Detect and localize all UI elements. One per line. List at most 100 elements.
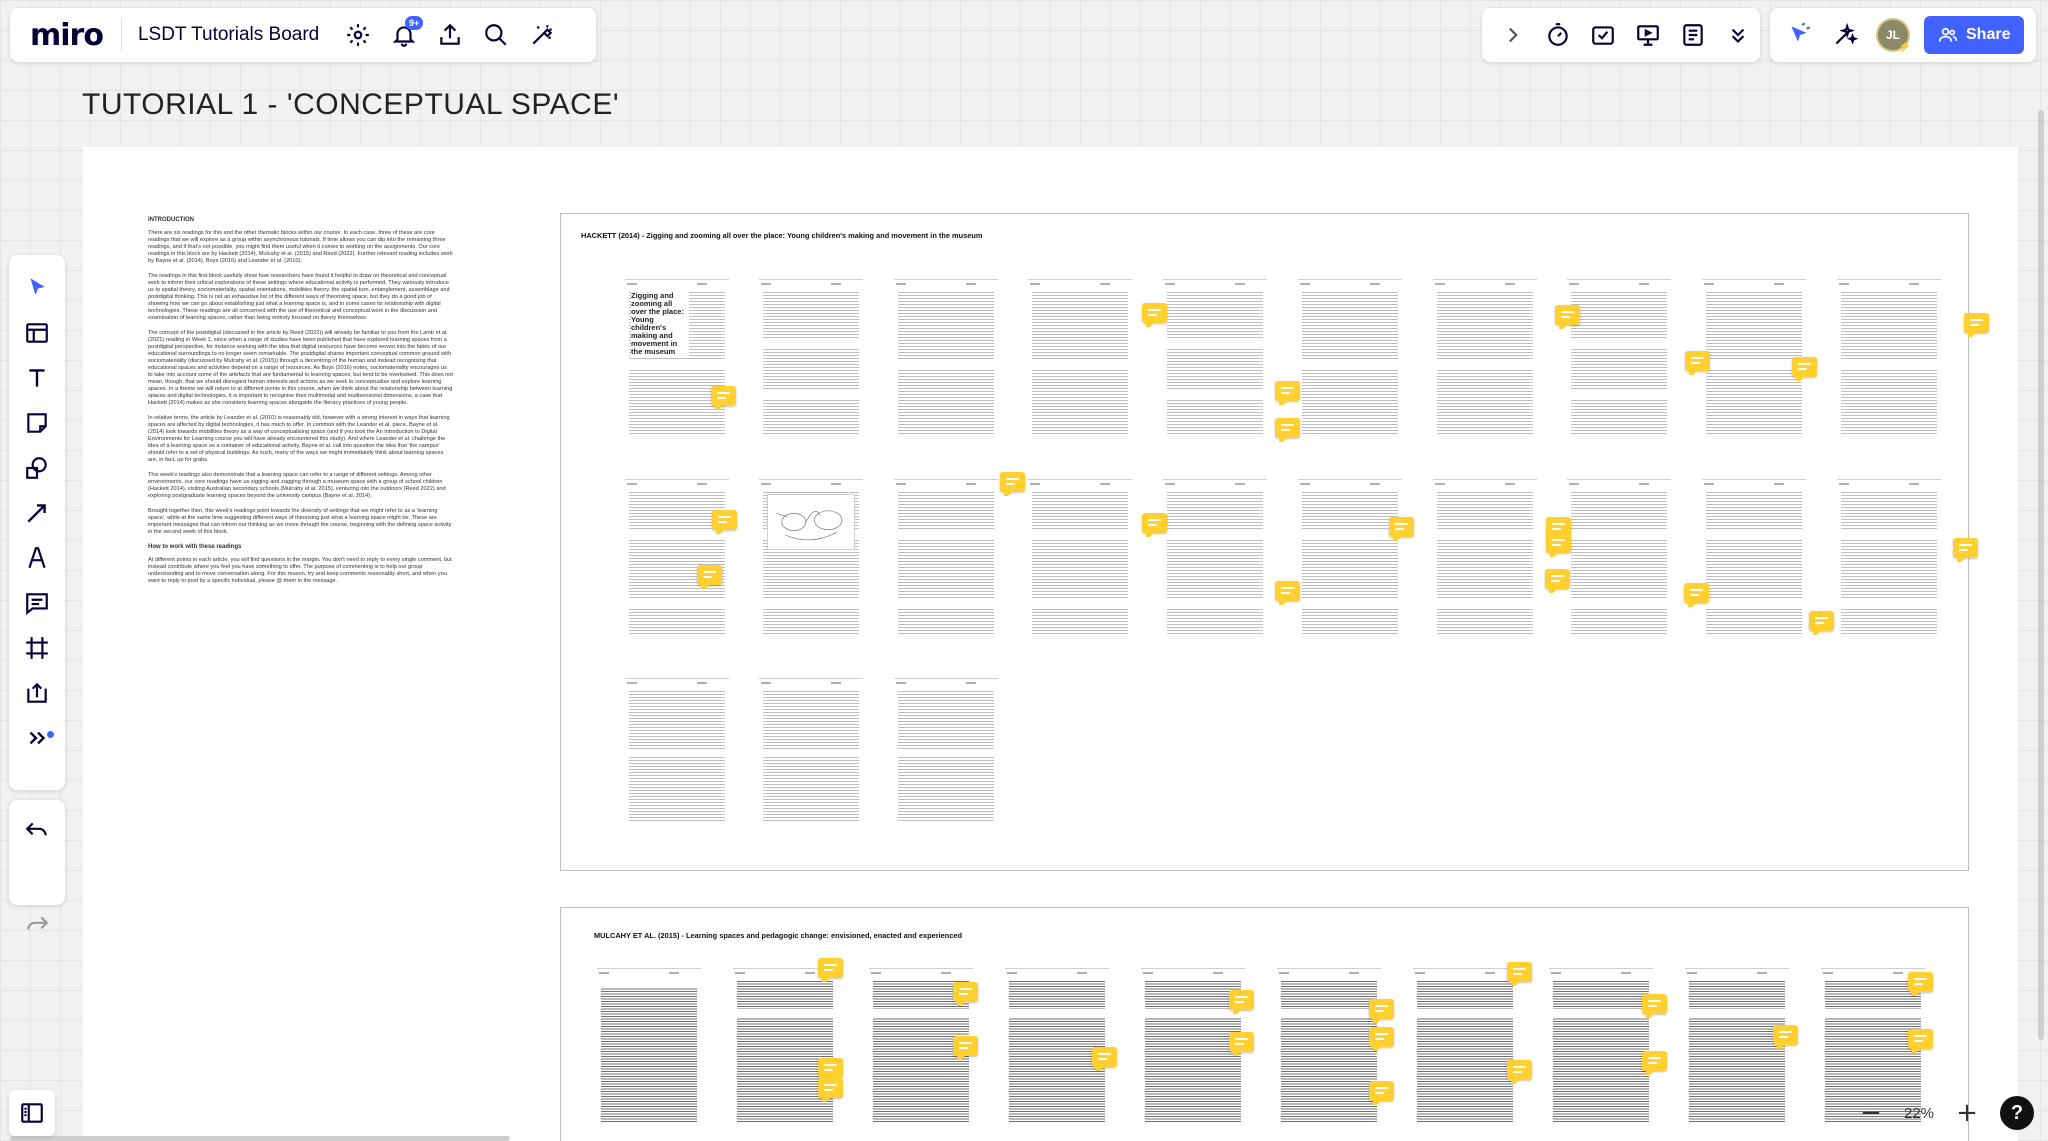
comment-marker[interactable] <box>1792 357 1817 381</box>
ai-button[interactable] <box>1822 12 1868 58</box>
article-page[interactable] <box>1163 279 1267 442</box>
horizontal-scrollbar[interactable] <box>10 1136 510 1141</box>
comment-tool[interactable] <box>14 580 60 626</box>
comment-marker[interactable] <box>1275 581 1300 605</box>
article-page[interactable] <box>1028 279 1132 442</box>
comment-marker[interactable] <box>1229 990 1254 1014</box>
select-tool[interactable] <box>14 265 60 311</box>
article-page[interactable] <box>1433 279 1537 442</box>
comment-marker[interactable] <box>1555 305 1580 329</box>
text-tool[interactable] <box>14 355 60 401</box>
comment-marker[interactable] <box>712 510 737 534</box>
comment-marker[interactable] <box>1229 1032 1254 1056</box>
templates-tool[interactable] <box>14 310 60 356</box>
intro-text-block[interactable]: INTRODUCTION There are six readings for … <box>148 217 453 593</box>
comment-marker[interactable] <box>1908 972 1933 996</box>
article-page[interactable] <box>1549 968 1653 1128</box>
reactions-button[interactable] <box>1776 12 1822 58</box>
article-page[interactable] <box>1433 479 1537 642</box>
zoom-out-button[interactable]: − <box>1854 1098 1888 1128</box>
help-button[interactable]: ? <box>1999 1096 2034 1130</box>
comment-marker[interactable] <box>1953 538 1978 562</box>
article-page[interactable] <box>1298 279 1402 442</box>
presentation-button[interactable] <box>1625 12 1670 58</box>
zoom-level[interactable]: 22% <box>1904 1105 1934 1122</box>
miro-logo[interactable]: miro <box>10 18 121 53</box>
comment-marker[interactable] <box>1275 418 1300 442</box>
comment-marker[interactable] <box>711 386 736 410</box>
notes-button[interactable] <box>1670 12 1715 58</box>
comment-marker[interactable] <box>818 1058 843 1082</box>
comment-marker[interactable] <box>1546 533 1571 557</box>
comment-marker[interactable] <box>1369 999 1394 1023</box>
zoom-in-button[interactable]: + <box>1950 1098 1984 1128</box>
comment-marker[interactable] <box>1642 994 1667 1018</box>
article-page[interactable] <box>759 678 863 841</box>
article-page[interactable]: Zigging and zooming all over the place: … <box>625 279 729 442</box>
comment-marker[interactable] <box>697 565 722 589</box>
article-page[interactable] <box>1163 479 1267 642</box>
more-tools-button[interactable] <box>14 715 60 761</box>
comment-marker[interactable] <box>1809 611 1834 635</box>
comment-marker[interactable] <box>1000 472 1025 496</box>
article-page[interactable] <box>1567 479 1671 642</box>
redo-button[interactable] <box>14 902 60 948</box>
upload-tool[interactable] <box>14 670 60 716</box>
article-page[interactable] <box>1413 968 1517 1128</box>
comment-marker[interactable] <box>1908 1029 1933 1053</box>
comment-marker[interactable] <box>1684 583 1709 607</box>
comment-marker[interactable] <box>1545 569 1570 593</box>
vertical-scrollbar[interactable] <box>2038 110 2044 1040</box>
comment-marker[interactable] <box>1369 1081 1394 1105</box>
comment-marker[interactable] <box>818 958 843 982</box>
comment-marker[interactable] <box>1275 381 1300 405</box>
timer-button[interactable] <box>1535 12 1580 58</box>
voting-button[interactable] <box>1580 12 1625 58</box>
settings-button[interactable] <box>335 12 381 58</box>
export-button[interactable] <box>427 12 473 58</box>
frame-title[interactable]: TUTORIAL 1 - 'CONCEPTUAL SPACE' <box>82 88 619 122</box>
article-page[interactable] <box>894 479 998 642</box>
undo-button[interactable] <box>14 808 60 854</box>
article-page[interactable] <box>1702 279 1806 442</box>
article-page[interactable] <box>1028 479 1132 642</box>
article-mulcahy-frame[interactable]: MULCAHY ET AL. (2015) - Learning spaces … <box>560 907 1969 1141</box>
article-page[interactable] <box>1298 479 1402 642</box>
comment-marker[interactable] <box>1507 962 1532 986</box>
comment-marker[interactable] <box>818 1078 843 1102</box>
article-page[interactable] <box>894 279 998 442</box>
pen-tool[interactable] <box>14 535 60 581</box>
comment-marker[interactable] <box>1369 1027 1394 1051</box>
article-page[interactable] <box>1702 479 1806 642</box>
article-page[interactable] <box>894 678 998 841</box>
article-page[interactable] <box>597 968 701 1128</box>
article-page[interactable] <box>1685 968 1789 1128</box>
article-page[interactable] <box>625 479 729 642</box>
connector-tool[interactable] <box>14 490 60 536</box>
share-button[interactable]: Share <box>1924 16 2025 54</box>
notifications-button[interactable]: 9+ <box>381 12 427 58</box>
frame-tool[interactable] <box>14 625 60 671</box>
article-page[interactable] <box>1837 479 1941 642</box>
comment-marker[interactable] <box>1507 1060 1532 1084</box>
user-avatar[interactable]: JL ⚡ <box>1876 18 1912 53</box>
expand-button[interactable] <box>1490 12 1535 58</box>
magic-button[interactable] <box>519 12 565 58</box>
comment-marker[interactable] <box>1773 1025 1798 1049</box>
comment-marker[interactable] <box>953 1036 978 1060</box>
search-button[interactable] <box>473 12 519 58</box>
board-name[interactable]: LSDT Tutorials Board <box>122 24 335 46</box>
comment-marker[interactable] <box>1092 1047 1117 1071</box>
article-page[interactable] <box>1567 279 1671 442</box>
comment-marker[interactable] <box>953 982 978 1006</box>
shapes-tool[interactable] <box>14 445 60 491</box>
comment-marker[interactable] <box>1389 517 1414 541</box>
comment-marker[interactable] <box>1964 313 1989 337</box>
article-page[interactable] <box>759 479 863 642</box>
comment-marker[interactable] <box>1685 351 1710 375</box>
article-page[interactable] <box>625 678 729 841</box>
article-page[interactable] <box>759 279 863 442</box>
more-button[interactable] <box>1715 12 1760 58</box>
comment-marker[interactable] <box>1142 303 1167 327</box>
article-page[interactable] <box>1837 279 1941 442</box>
